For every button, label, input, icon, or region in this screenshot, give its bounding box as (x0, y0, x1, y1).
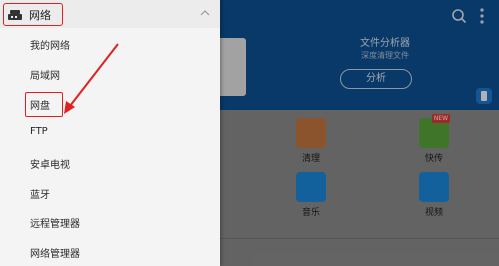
menu-item-label: 网络管理器 (30, 249, 80, 260)
menu-item-label: 安卓电视 (30, 160, 70, 171)
menu-item-network-manager[interactable]: 网络管理器 (0, 238, 220, 266)
menu-item-lan[interactable]: 局域网 (0, 60, 220, 88)
menu-item-label: 远程管理器 (30, 219, 80, 230)
menu-item-remote-manager[interactable]: 远程管理器 (0, 208, 220, 236)
menu-item-label: 我的网络 (30, 41, 70, 52)
cloud-drive-highlight-box (25, 92, 63, 117)
menu-item-bluetooth[interactable]: 蓝牙 (0, 179, 220, 207)
navigation-drawer: 网络 我的网络 局域网 网盘 FTP 安卓电视 蓝牙 远程管理器 网络管理器 (0, 0, 220, 266)
menu-item-ftp[interactable]: FTP (0, 119, 220, 147)
menu-item-label: FTP (30, 126, 48, 137)
network-section-header[interactable]: 网络 (0, 0, 220, 28)
header-highlight-box (3, 3, 63, 26)
menu-item-label: 蓝牙 (30, 190, 50, 201)
chevron-up-icon[interactable] (200, 10, 210, 16)
menu-item-android-tv[interactable]: 安卓电视 (0, 149, 220, 177)
menu-item-label: 局域网 (30, 71, 60, 82)
menu-item-my-network[interactable]: 我的网络 (0, 30, 220, 58)
